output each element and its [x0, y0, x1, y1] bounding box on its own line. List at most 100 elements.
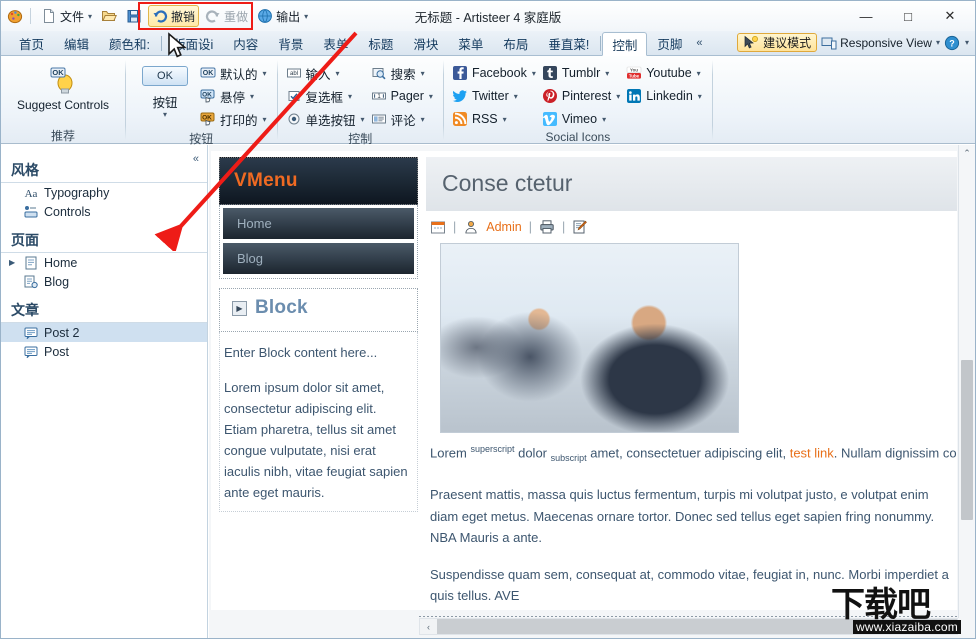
- close-button[interactable]: ✕: [929, 3, 971, 29]
- tab-layout-design[interactable]: 版面设i: [163, 31, 223, 55]
- page-preview[interactable]: VMenu Home Blog ▶ Block Enter Block cont…: [211, 151, 957, 610]
- redo-button[interactable]: 重做: [202, 5, 251, 27]
- social-pinterest[interactable]: Pinterest ▾: [540, 85, 624, 107]
- tab-header[interactable]: 标题: [358, 31, 403, 55]
- social-twitter[interactable]: Twitter ▾: [450, 85, 540, 107]
- control-search[interactable]: 搜索 ▾: [369, 62, 437, 84]
- chevron-down-icon: ▾: [698, 92, 702, 101]
- controls-menu-right: 搜索 ▾ 1 Pager ▾ 评论: [369, 60, 437, 130]
- window-controls: — □ ✕: [845, 1, 971, 31]
- tab-menu[interactable]: 菜单: [448, 31, 493, 55]
- chevron-down-icon: ▾: [697, 69, 701, 78]
- undo-button[interactable]: 撤销: [148, 5, 199, 27]
- sidebar-section-pages: 页面: [1, 227, 207, 253]
- social-vimeo[interactable]: Vimeo ▾: [540, 108, 624, 130]
- button-state-default[interactable]: OK 默认的 ▾: [198, 62, 271, 84]
- sidebar-item-controls[interactable]: Controls: [1, 202, 207, 221]
- control-pager[interactable]: 1 Pager ▾: [369, 85, 437, 107]
- suggest-controls-button[interactable]: OK Suggest Controls: [7, 60, 119, 112]
- collapse-panel-icon[interactable]: «: [193, 153, 199, 165]
- user-icon[interactable]: [463, 219, 479, 235]
- tab-forms[interactable]: 表单: [313, 31, 358, 55]
- tab-vertical-menu[interactable]: 垂直菜!: [538, 31, 599, 55]
- block-widget[interactable]: ▶ Block: [219, 288, 418, 332]
- article-widget[interactable]: Conse ctetur | Admin | |: [426, 157, 957, 610]
- tab-home[interactable]: 首页: [9, 31, 54, 55]
- article-body[interactable]: Lorem superscript dolor subscript amet, …: [426, 241, 957, 607]
- vmenu-header[interactable]: VMenu: [219, 157, 418, 205]
- button-gallery-button[interactable]: OK 按钮 ▾: [132, 60, 198, 118]
- tab-colors[interactable]: 颜色和:: [99, 31, 160, 55]
- vscroll-thumb[interactable]: [961, 360, 973, 520]
- responsive-view-button[interactable]: Responsive View ▾: [821, 35, 940, 51]
- ok-preview: OK: [142, 66, 188, 86]
- open-button[interactable]: [98, 5, 120, 27]
- block-content[interactable]: Enter Block content here... Lorem ipsum …: [219, 332, 418, 512]
- social-facebook[interactable]: Facebook ▾: [450, 62, 540, 84]
- p1-post: amet, consectetuer adipiscing elit,: [587, 445, 790, 460]
- social-tumblr[interactable]: Tumblr ▾: [540, 62, 624, 84]
- control-input[interactable]: abl 输入 ▾: [284, 62, 369, 84]
- maximize-button[interactable]: □: [887, 3, 929, 29]
- sidebar-item-post-2[interactable]: Post 2: [1, 323, 207, 342]
- minimize-button[interactable]: —: [845, 3, 887, 29]
- control-checkbox[interactable]: 复选框 ▾: [284, 85, 369, 107]
- vertical-scrollbar[interactable]: ⌃: [958, 145, 975, 618]
- palette-icon[interactable]: [7, 8, 23, 24]
- help-icon[interactable]: ?: [944, 35, 960, 51]
- article-author[interactable]: Admin: [486, 220, 521, 234]
- block-paragraph: Lorem ipsum dolor sit amet, consectetur …: [224, 377, 411, 503]
- control-radio[interactable]: 单选按钮 ▾: [284, 108, 369, 130]
- sidebar-item-home[interactable]: ▶ Home: [1, 253, 207, 272]
- control-pager-label: Pager: [391, 89, 424, 103]
- post-icon: [23, 325, 39, 341]
- design-canvas[interactable]: VMenu Home Blog ▶ Block Enter Block cont…: [209, 145, 975, 638]
- sidebar-item-post[interactable]: Post: [1, 342, 207, 361]
- tab-footer[interactable]: 页脚: [647, 31, 692, 55]
- facebook-icon: [452, 65, 468, 81]
- chevron-down-icon[interactable]: ▾: [965, 38, 969, 47]
- tab-edit[interactable]: 编辑: [54, 31, 99, 55]
- scroll-left-icon[interactable]: ‹: [420, 622, 437, 632]
- social-pinterest-label: Pinterest: [562, 89, 611, 103]
- article-image[interactable]: [440, 243, 739, 433]
- social-twitter-label: Twitter: [472, 89, 509, 103]
- edit-icon[interactable]: [572, 219, 588, 235]
- sidebar-widgets: VMenu Home Blog ▶ Block Enter Block cont…: [219, 157, 418, 512]
- save-button[interactable]: [123, 5, 145, 27]
- test-link[interactable]: test link: [790, 445, 834, 460]
- social-youtube[interactable]: YouTube Youtube ▾: [624, 62, 706, 84]
- export-button[interactable]: 输出 ▾: [254, 5, 311, 27]
- printer-icon[interactable]: [539, 219, 555, 235]
- button-state-pressed[interactable]: OK 打印的 ▾: [198, 108, 271, 130]
- control-checkbox-label: 复选框: [306, 87, 344, 106]
- vmenu-item-home[interactable]: Home: [223, 208, 414, 239]
- tab-background[interactable]: 背景: [268, 31, 313, 55]
- tab-content[interactable]: 内容: [223, 31, 268, 55]
- comment-icon: [371, 111, 387, 127]
- sidebar-section-posts: 文章: [1, 297, 207, 323]
- sidebar-item-typography[interactable]: Aa Typography: [1, 183, 207, 202]
- calendar-icon[interactable]: [430, 219, 446, 235]
- tab-controls[interactable]: 控制: [602, 32, 647, 56]
- tab-layout[interactable]: 布局: [493, 31, 538, 55]
- expand-triangle-icon[interactable]: ▶: [9, 258, 15, 267]
- button-state-hover-label: 悬停: [220, 87, 245, 106]
- open-folder-icon: [101, 8, 117, 24]
- vmenu-item-blog[interactable]: Blog: [223, 243, 414, 274]
- social-col-2: Tumblr ▾ Pinterest ▾ Vimeo: [540, 60, 624, 130]
- monitor-icon: [821, 35, 837, 51]
- chevron-down-icon: ▾: [163, 111, 167, 118]
- svg-text:OK: OK: [202, 114, 212, 121]
- svg-text:abl: abl: [290, 71, 298, 77]
- tab-slider[interactable]: 滑块: [403, 31, 448, 55]
- file-menu-button[interactable]: 文件 ▾: [38, 5, 95, 27]
- social-linkedin[interactable]: Linkedin ▾: [624, 85, 706, 107]
- sidebar-item-blog[interactable]: Blog: [1, 272, 207, 291]
- scroll-up-icon[interactable]: ⌃: [959, 145, 975, 162]
- button-state-hover[interactable]: OK 悬停 ▾: [198, 85, 271, 107]
- suggest-mode-button[interactable]: 建议模式: [737, 33, 817, 52]
- social-rss[interactable]: RSS ▾: [450, 108, 540, 130]
- collapse-tabs-icon[interactable]: «: [692, 31, 708, 55]
- control-comment[interactable]: 评论 ▾: [369, 108, 437, 130]
